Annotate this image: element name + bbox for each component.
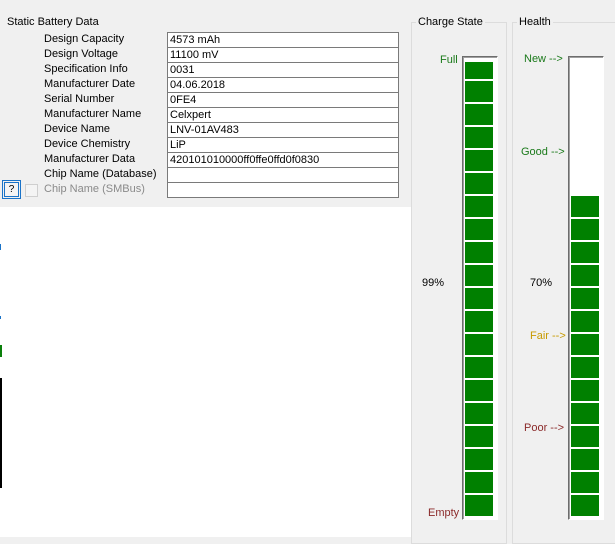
charge-level-bar: [462, 56, 498, 520]
health-poor-label: Poor -->: [524, 422, 565, 434]
bar-segment: [465, 219, 493, 240]
bar-segment: [465, 104, 493, 125]
health-fair-label: Fair -->: [530, 330, 566, 342]
data-row-label: Device Name: [44, 123, 111, 135]
bar-segment: [571, 311, 599, 332]
bar-segment: [465, 196, 493, 217]
data-row-label: Chip Name (Database): [44, 168, 157, 180]
edge-artifact: [0, 244, 1, 250]
data-row-value[interactable]: LNV-01AV483: [167, 122, 399, 138]
data-row-value[interactable]: 0FE4: [167, 92, 399, 108]
help-button[interactable]: ?: [2, 180, 21, 199]
health-title: Health: [517, 15, 553, 29]
data-row-value[interactable]: 04.06.2018: [167, 77, 399, 93]
bar-segment: [571, 472, 599, 493]
bar-segment: [465, 334, 493, 355]
chip-name-smbus-checkbox[interactable]: [25, 184, 38, 197]
bar-segment: [571, 265, 599, 286]
bar-segment: [465, 426, 493, 447]
bar-segment: [571, 219, 599, 240]
bar-segment: [571, 196, 599, 217]
data-row-value[interactable]: LiP: [167, 137, 399, 153]
data-row-value[interactable]: [167, 167, 399, 183]
edge-artifact: [0, 345, 2, 357]
bar-segment: [465, 81, 493, 102]
data-row-label: Design Capacity: [44, 33, 125, 45]
bar-segment: [465, 150, 493, 171]
charge-state-title: Charge State: [416, 15, 485, 29]
bar-segment: [465, 62, 493, 79]
health-new-label: New -->: [524, 53, 563, 65]
data-row-value[interactable]: 420101010000ff0ffe0ffd0f0830: [167, 152, 399, 168]
bar-segment: [571, 357, 599, 378]
bar-segment: [465, 265, 493, 286]
charge-full-label: Full: [440, 54, 458, 66]
data-row-label: Chip Name (SMBus): [44, 183, 145, 195]
data-row-label: Manufacturer Name: [44, 108, 142, 120]
charge-percent: 99%: [422, 277, 445, 289]
bar-segment: [571, 495, 599, 516]
bar-segment: [465, 472, 493, 493]
bar-segment: [465, 495, 493, 516]
data-row-label: Device Chemistry: [44, 138, 131, 150]
health-level-bar: [568, 56, 604, 520]
data-row-value[interactable]: Celxpert: [167, 107, 399, 123]
charge-empty-label: Empty: [428, 507, 460, 519]
health-good-label: Good -->: [521, 146, 565, 158]
edge-artifact: [0, 316, 1, 319]
data-row-label: Design Voltage: [44, 48, 118, 60]
bar-segment: [571, 288, 599, 309]
bar-segment: [465, 311, 493, 332]
bar-segment: [571, 334, 599, 355]
data-row-label: Manufacturer Date: [44, 78, 136, 90]
data-row-value[interactable]: 4573 mAh: [167, 32, 399, 48]
bar-segment: [571, 426, 599, 447]
bar-segment: [465, 449, 493, 470]
data-row-value[interactable]: 11100 mV: [167, 47, 399, 63]
bar-segment: [571, 403, 599, 424]
data-row-value[interactable]: [167, 182, 399, 198]
bar-segment: [465, 173, 493, 194]
data-row-value[interactable]: 0031: [167, 62, 399, 78]
bar-segment: [465, 380, 493, 401]
bar-segment: [465, 288, 493, 309]
bar-segment: [571, 380, 599, 401]
bar-segment: [571, 242, 599, 263]
health-percent: 70%: [530, 277, 553, 289]
data-row-label: Manufacturer Data: [44, 153, 136, 165]
data-row-label: Specification Info: [44, 63, 128, 75]
bar-segment: [571, 449, 599, 470]
blank-content-area: [0, 207, 411, 537]
static-battery-data-title: Static Battery Data: [5, 15, 101, 29]
data-row-label: Serial Number: [44, 93, 115, 105]
edge-artifact: [0, 378, 2, 488]
bar-segment: [465, 357, 493, 378]
bar-segment: [465, 403, 493, 424]
bar-segment: [465, 127, 493, 148]
bar-segment: [465, 242, 493, 263]
